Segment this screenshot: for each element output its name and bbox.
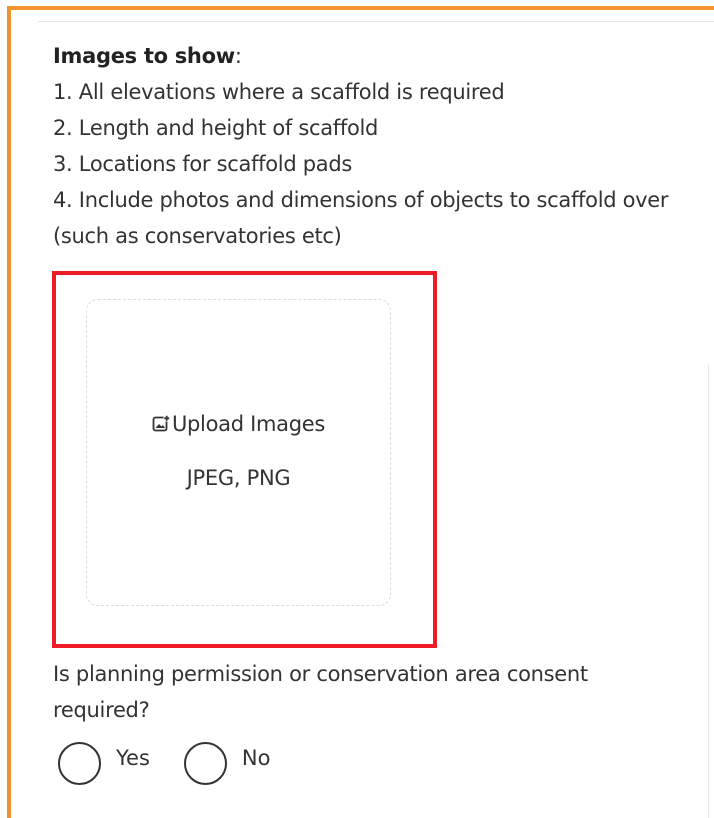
- divider: [708, 364, 709, 818]
- instruction-item: 1. All elevations where a scaffold is re…: [53, 80, 505, 104]
- radio-yes[interactable]: Yes: [58, 742, 150, 785]
- form-panel: Images to show: 1. All elevations where …: [0, 0, 714, 818]
- instruction-item: 4. Include photos and dimensions of obje…: [53, 188, 669, 248]
- radio-no-circle[interactable]: [183, 742, 227, 785]
- image-upload-icon: [152, 412, 172, 436]
- planning-question: Is planning permission or conservation a…: [53, 662, 588, 722]
- planning-radio-group: Yes No: [58, 742, 304, 785]
- radio-no-label: No: [241, 745, 271, 770]
- panel-border-left: [7, 6, 11, 818]
- upload-button[interactable]: Upload Images: [87, 412, 390, 436]
- instruction-item: 3. Locations for scaffold pads: [53, 152, 352, 176]
- radio-yes-circle[interactable]: [58, 742, 101, 785]
- divider: [38, 21, 714, 22]
- image-upload-dropzone[interactable]: Upload Images JPEG, PNG: [86, 299, 391, 606]
- panel-border-top: [9, 6, 714, 10]
- instruction-item: 2. Length and height of scaffold: [53, 116, 379, 140]
- radio-yes-label: Yes: [116, 745, 150, 770]
- radio-no[interactable]: No: [183, 742, 271, 785]
- accepted-formats: JPEG, PNG: [186, 466, 291, 490]
- instructions-heading-colon: :: [234, 44, 242, 68]
- instructions-heading: Images to show: [53, 44, 235, 68]
- image-instructions: Images to show: 1. All elevations where …: [53, 38, 703, 254]
- upload-label: Upload Images: [171, 412, 326, 436]
